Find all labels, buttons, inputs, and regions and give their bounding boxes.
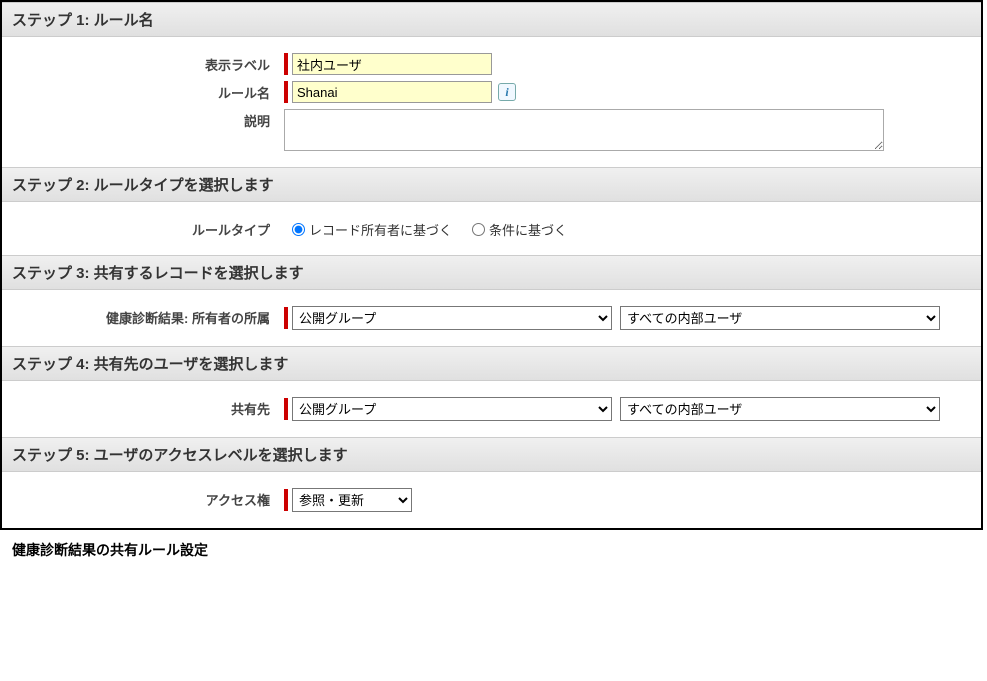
- step5-body: アクセス権 参照・更新: [2, 472, 981, 528]
- criteria-based-radio[interactable]: [472, 223, 485, 236]
- access-label: アクセス権: [14, 488, 284, 509]
- display-label-label: 表示ラベル: [14, 53, 284, 74]
- step3-body: 健康診断結果: 所有者の所属 公開グループ すべての内部ユーザ: [2, 290, 981, 346]
- info-icon[interactable]: i: [498, 83, 516, 101]
- step2-body: ルールタイプ レコード所有者に基づく 条件に基づく: [2, 202, 981, 255]
- step3-header: ステップ 3: 共有するレコードを選択します: [2, 255, 981, 290]
- criteria-based-radio-label: 条件に基づく: [489, 220, 567, 239]
- description-label: 説明: [14, 109, 284, 130]
- owner-membership-label: 健康診断結果: 所有者の所属: [14, 306, 284, 327]
- rule-type-label: ルールタイプ: [14, 218, 284, 239]
- access-level-select[interactable]: 参照・更新: [292, 488, 412, 512]
- share-with-value-select[interactable]: すべての内部ユーザ: [620, 397, 940, 421]
- required-indicator-icon: [284, 489, 288, 511]
- owner-based-radio-label: レコード所有者に基づく: [309, 220, 452, 239]
- required-indicator-icon: [284, 398, 288, 420]
- step5-header: ステップ 5: ユーザのアクセスレベルを選択します: [2, 437, 981, 472]
- step4-body: 共有先 公開グループ すべての内部ユーザ: [2, 381, 981, 437]
- step1-header: ステップ 1: ルール名: [2, 2, 981, 37]
- display-label-row: 表示ラベル: [14, 53, 969, 75]
- share-with-label: 共有先: [14, 397, 284, 418]
- owner-group-value-select[interactable]: すべての内部ユーザ: [620, 306, 940, 330]
- rule-name-row: ルール名 i: [14, 81, 969, 103]
- rule-type-row: ルールタイプ レコード所有者に基づく 条件に基づく: [14, 218, 969, 239]
- page-caption: 健康診断結果の共有ルール設定: [0, 530, 987, 570]
- description-row: 説明: [14, 109, 969, 151]
- access-row: アクセス権 参照・更新: [14, 488, 969, 512]
- step1-body: 表示ラベル ルール名 i 説明: [2, 37, 981, 167]
- required-indicator-icon: [284, 81, 288, 103]
- rule-name-label: ルール名: [14, 81, 284, 102]
- form-frame: ステップ 1: ルール名 表示ラベル ルール名 i 説明 ステップ 2: ルール…: [0, 0, 983, 530]
- description-textarea[interactable]: [284, 109, 884, 151]
- required-indicator-icon: [284, 307, 288, 329]
- owner-based-radio[interactable]: [292, 223, 305, 236]
- share-with-type-select[interactable]: 公開グループ: [292, 397, 612, 421]
- step2-header: ステップ 2: ルールタイプを選択します: [2, 167, 981, 202]
- rule-name-input[interactable]: [292, 81, 492, 103]
- required-indicator-icon: [284, 53, 288, 75]
- step4-header: ステップ 4: 共有先のユーザを選択します: [2, 346, 981, 381]
- owner-membership-row: 健康診断結果: 所有者の所属 公開グループ すべての内部ユーザ: [14, 306, 969, 330]
- share-with-row: 共有先 公開グループ すべての内部ユーザ: [14, 397, 969, 421]
- display-label-input[interactable]: [292, 53, 492, 75]
- owner-group-type-select[interactable]: 公開グループ: [292, 306, 612, 330]
